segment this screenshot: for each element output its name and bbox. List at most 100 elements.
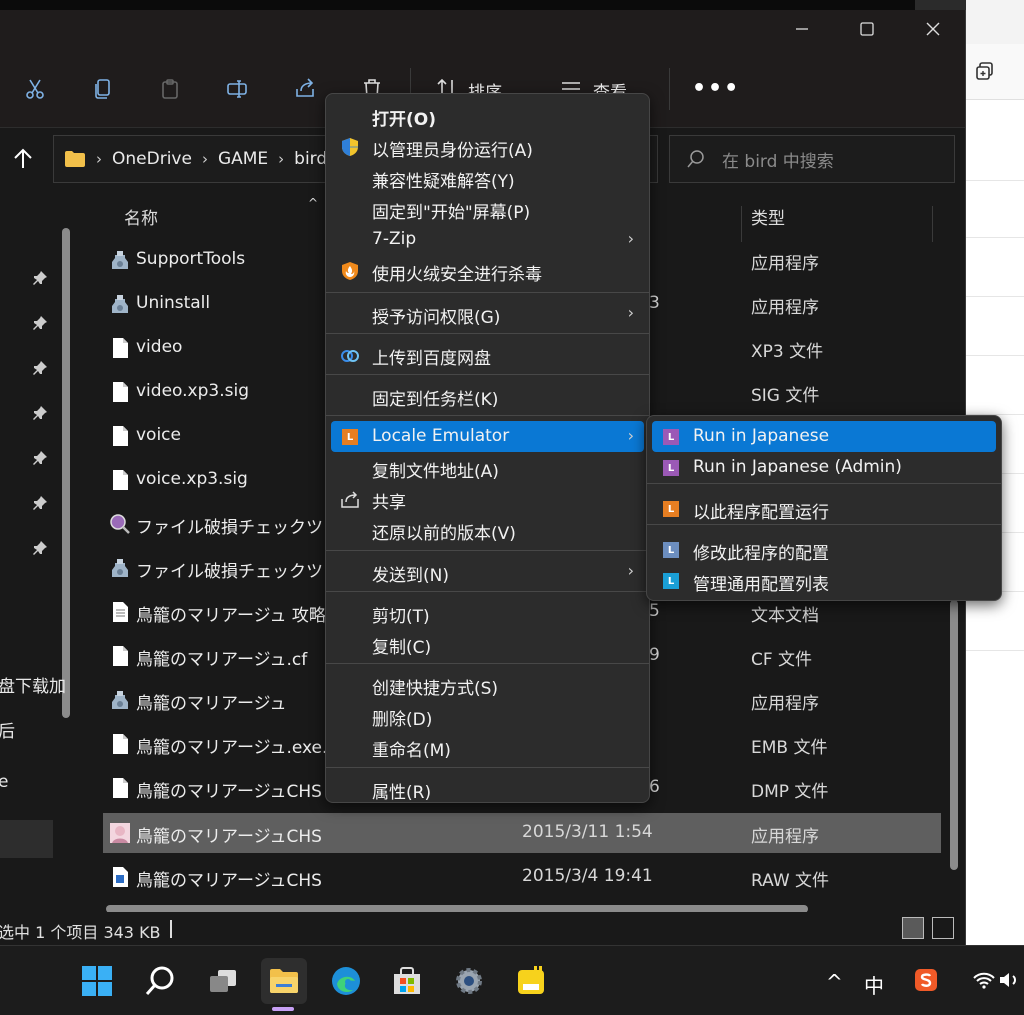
menu-item-t[interactable]: 剪切(T) [331, 597, 644, 628]
paste-button[interactable] [153, 72, 187, 106]
maximize-button[interactable] [844, 14, 890, 44]
menu-item-item-4-2[interactable]: 共享 [331, 483, 644, 514]
menu-item-p[interactable]: 固定到"开始"屏幕(P) [331, 193, 644, 224]
nav-item-selected[interactable] [0, 820, 53, 858]
file-name: voice [136, 425, 181, 445]
nav-item[interactable]: 盘下载加 [0, 672, 66, 697]
navigation-scrollbar[interactable] [62, 228, 70, 718]
submenu-item-label: Run in Japanese (Admin) [693, 457, 902, 477]
nav-item[interactable]: e [0, 772, 8, 792]
submenu-item-label: 管理通用配置列表 [693, 575, 829, 595]
column-separator[interactable] [932, 206, 933, 242]
menu-item-item-2-0[interactable]: 上传到百度网盘 [331, 339, 644, 370]
menu-item-c[interactable]: 复制(C) [331, 628, 644, 659]
menu-item-g[interactable]: 授予访问权限(G) › [331, 298, 644, 329]
vertical-scrollbar[interactable] [950, 600, 958, 870]
sogou-ime-button[interactable] [906, 960, 946, 1000]
gear-icon [456, 968, 482, 994]
pin-icon[interactable] [32, 450, 48, 466]
submenu-item-config-item-2[interactable]: L 以此程序配置运行 [652, 493, 996, 524]
menu-item-label: 兼容性疑难解答(Y) [372, 172, 515, 192]
start-button[interactable] [74, 958, 120, 1004]
volume-button[interactable] [996, 960, 1024, 1000]
submenu-item-config-item-4[interactable]: L 管理通用配置列表 [652, 565, 996, 596]
menu-item-label: 复制(C) [372, 638, 432, 658]
submenu-item-run-in-japanese-admin[interactable]: L Run in Japanese (Admin) [652, 452, 996, 483]
copy-icon[interactable] [974, 60, 996, 82]
locale-emulator-icon: L [663, 501, 679, 517]
show-hidden-icons-button[interactable]: ^ [826, 970, 843, 994]
file-row-selected[interactable]: 鳥籠のマリアージュCHS 2015/3/11 1:54 应用程序 [103, 813, 941, 853]
chevron-right-icon: › [627, 561, 634, 580]
minimize-icon [796, 28, 808, 30]
chevron-right-icon: › [627, 229, 634, 248]
file-date: 9 [649, 645, 660, 665]
column-header-type[interactable]: 类型 [751, 204, 785, 229]
menu-item-k[interactable]: 固定到任务栏(K) [331, 380, 644, 411]
file-date: 6 [649, 777, 660, 797]
microsoft-store-button[interactable] [384, 958, 430, 1004]
menu-item-a[interactable]: 复制文件地址(A) [331, 452, 644, 483]
breadcrumb-bird[interactable]: bird [294, 149, 327, 169]
menu-item-label: 上传到百度网盘 [372, 349, 491, 369]
submenu-item-label: 以此程序配置运行 [693, 503, 829, 523]
menu-item-locale-emulator[interactable]: L Locale Emulator › [331, 421, 644, 452]
menu-item-label: 授予访问权限(G) [372, 308, 501, 328]
task-view-button[interactable] [200, 958, 246, 1004]
player-button[interactable] [508, 958, 554, 1004]
settings-button[interactable] [446, 958, 492, 1004]
locale-emulator-submenu: L Run in Japanese L Run in Japanese (Admin)… [646, 415, 1002, 601]
menu-item-v[interactable]: 还原以前的版本(V) [331, 514, 644, 545]
search-icon [145, 966, 174, 995]
minimize-button[interactable] [779, 14, 825, 44]
menu-item-r[interactable]: 属性(R) [331, 773, 644, 804]
divider [966, 296, 1024, 297]
chevron-right-icon: › [627, 303, 634, 322]
menu-item-7-zip[interactable]: 7-Zip › [331, 224, 644, 255]
edge-button[interactable] [323, 958, 369, 1004]
column-separator[interactable] [741, 206, 742, 242]
locale-emulator-icon: L [663, 460, 679, 476]
setup-icon [109, 249, 131, 271]
up-arrow-icon[interactable] [10, 146, 36, 172]
submenu-item-config-item-3[interactable]: L 修改此程序的配置 [652, 534, 996, 565]
submenu-item-run-in-japanese[interactable]: L Run in Japanese [652, 421, 996, 452]
menu-separator [326, 550, 649, 551]
menu-item-a[interactable]: 以管理员身份运行(A) [331, 131, 644, 162]
pin-icon[interactable] [32, 540, 48, 556]
menu-item-m[interactable]: 重命名(M) [331, 731, 644, 762]
search-button[interactable] [137, 958, 183, 1004]
pin-icon[interactable] [32, 315, 48, 331]
input-method-indicator[interactable]: 中 [864, 970, 884, 999]
toolbar-separator [669, 68, 670, 110]
menu-item-y[interactable]: 兼容性疑难解答(Y) [331, 162, 644, 193]
details-view-button[interactable] [902, 917, 924, 939]
menu-item-d[interactable]: 删除(D) [331, 700, 644, 731]
menu-item-n[interactable]: 发送到(N) › [331, 556, 644, 587]
menu-item-s[interactable]: 创建快捷方式(S) [331, 669, 644, 700]
breadcrumb-game[interactable]: GAME [218, 149, 268, 169]
pin-icon[interactable] [32, 495, 48, 511]
pin-icon[interactable] [32, 405, 48, 421]
pin-icon[interactable] [32, 270, 48, 286]
rename-button[interactable] [220, 72, 254, 106]
column-header-name[interactable]: 名称 [124, 204, 158, 229]
more-options-button[interactable]: ••• [692, 76, 740, 101]
breadcrumb-onedrive[interactable]: OneDrive [112, 149, 192, 169]
nav-item[interactable]: 后 [0, 717, 15, 742]
divider [966, 355, 1024, 356]
cut-button[interactable] [18, 72, 52, 106]
file-icon [109, 733, 131, 755]
menu-item-label: 复制文件地址(A) [372, 462, 499, 482]
copy-button[interactable] [86, 72, 120, 106]
search-box[interactable]: 在 bird 中搜索 [669, 135, 955, 183]
file-row[interactable]: 鳥籠のマリアージュCHS 2015/3/4 19:41 RAW 文件 [103, 857, 941, 897]
large-icons-view-button[interactable] [932, 917, 954, 939]
close-button[interactable] [910, 14, 956, 44]
pin-icon[interactable] [32, 360, 48, 376]
menu-item-item-0-5[interactable]: 使用火绒安全进行杀毒 [331, 255, 644, 286]
share-button[interactable] [288, 72, 322, 106]
menu-item-o[interactable]: 打开(O) [331, 100, 644, 131]
scissors-icon [26, 79, 44, 99]
file-explorer-taskbar-button[interactable] [261, 958, 307, 1004]
